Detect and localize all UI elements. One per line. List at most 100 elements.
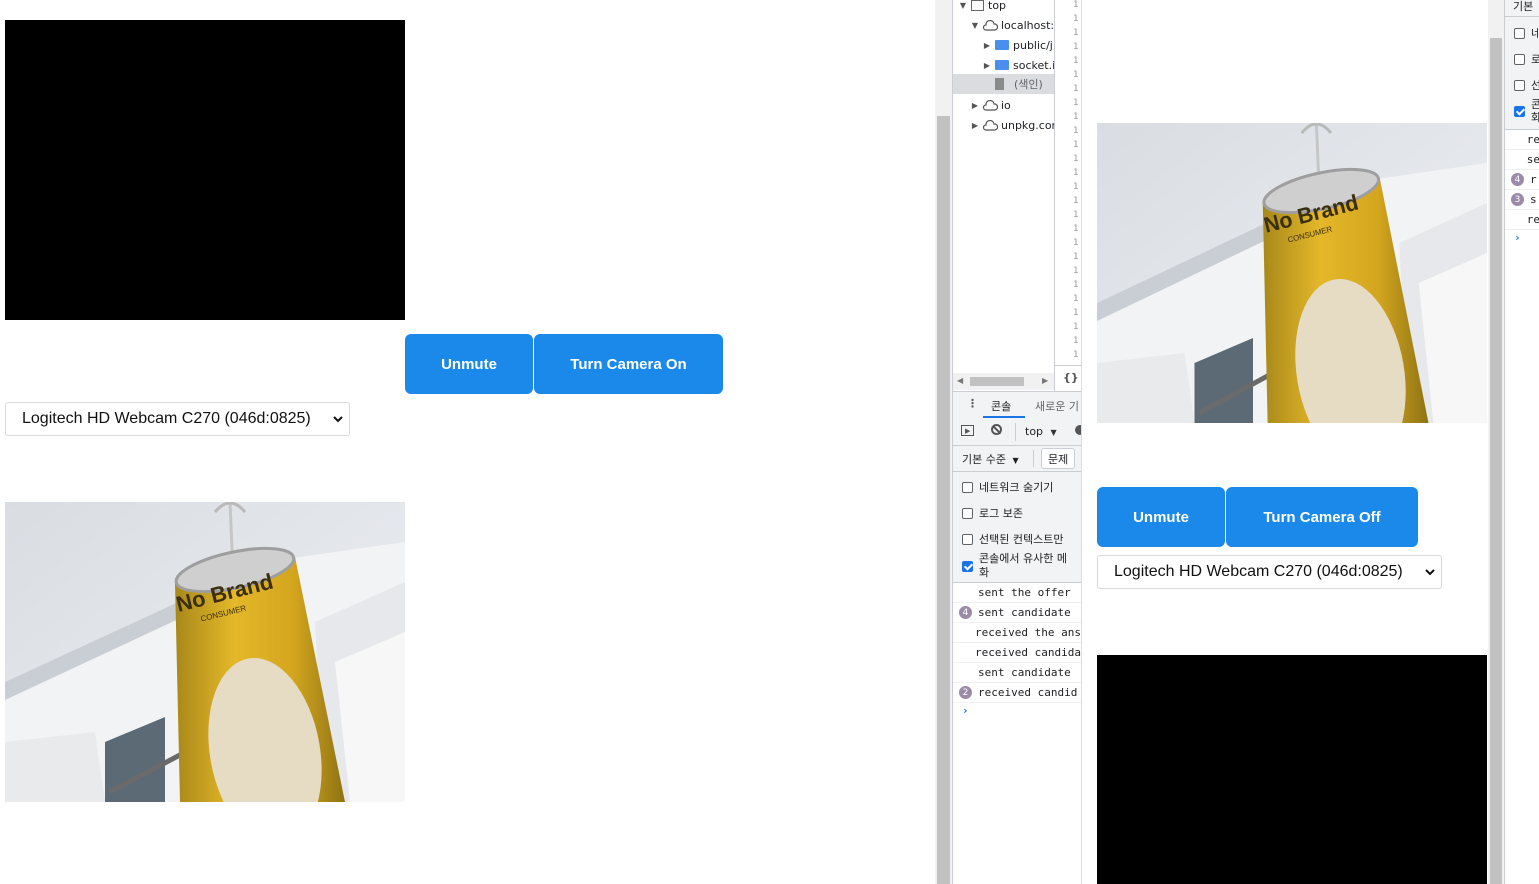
collapse-arrow-icon: ▶ bbox=[983, 60, 991, 70]
cloud-icon bbox=[982, 99, 998, 111]
tree-item-index-selected[interactable]: (색인) bbox=[953, 74, 1054, 94]
log-row[interactable]: sent the offer bbox=[953, 583, 1081, 603]
checkbox-checked[interactable] bbox=[962, 560, 973, 572]
line-number: 1 bbox=[1073, 28, 1079, 38]
log-levels-dropdown[interactable]: 기본 수준 ▼ bbox=[962, 451, 1019, 467]
tree-label: socket.i bbox=[1013, 58, 1054, 72]
log-row[interactable]: sent candidate bbox=[953, 663, 1081, 683]
turn-camera-off-button[interactable]: Turn Camera Off bbox=[1226, 487, 1418, 547]
tree-item-localhost[interactable]: ▼ localhost: bbox=[969, 15, 1054, 35]
camera-select-value: Logitech HD Webcam C270 (046d:0825) bbox=[22, 410, 311, 427]
checkbox-checked[interactable] bbox=[1514, 105, 1525, 117]
navigator-hscrollbar[interactable]: ◀ ▶ bbox=[953, 373, 1054, 390]
tree-item-socket[interactable]: ▶ socket.i bbox=[981, 55, 1054, 75]
console-levels-row: 기본 수준 ▼ 문제 bbox=[953, 446, 1081, 472]
window-scrollbar-thumb[interactable] bbox=[1490, 38, 1502, 884]
levels-label: 기본 수준 bbox=[962, 453, 1006, 466]
folder-icon bbox=[995, 60, 1009, 70]
console-prompt[interactable]: › bbox=[1514, 231, 1521, 244]
checkbox[interactable] bbox=[962, 507, 973, 519]
checkbox[interactable] bbox=[1514, 79, 1525, 91]
context-label: top bbox=[1025, 425, 1044, 438]
tree-label: unpkg.cor bbox=[1001, 118, 1054, 132]
log-row[interactable]: 2 received candid bbox=[953, 683, 1081, 703]
log-row[interactable]: 4 sent candidate bbox=[953, 603, 1081, 623]
turn-camera-on-button[interactable]: Turn Camera On bbox=[534, 334, 723, 394]
tree-label: io bbox=[1001, 98, 1011, 112]
checkbox[interactable] bbox=[1514, 27, 1525, 39]
line-number: 1 bbox=[1073, 350, 1079, 360]
log-row[interactable]: re bbox=[1505, 130, 1539, 150]
checkbox[interactable] bbox=[962, 481, 973, 493]
navigator-hscroll-thumb[interactable] bbox=[970, 377, 1024, 386]
line-number: 1 bbox=[1073, 336, 1079, 346]
camera-select-value: Logitech HD Webcam C270 (046d:0825) bbox=[1114, 563, 1403, 580]
setting-label: 콘 bbox=[1531, 98, 1539, 111]
dropdown-arrow-icon: ▼ bbox=[1012, 456, 1019, 465]
unmute-button[interactable]: Unmute bbox=[405, 334, 533, 394]
tree-item-public[interactable]: ▶ public/j bbox=[981, 35, 1053, 55]
setting-row[interactable]: 선 bbox=[1514, 77, 1539, 93]
tree-label: (색인) bbox=[1014, 78, 1043, 91]
line-number: 1 bbox=[1073, 196, 1079, 206]
chevron-down-icon bbox=[333, 416, 343, 423]
clear-console-icon[interactable] bbox=[991, 424, 1002, 435]
tree-label: public/j bbox=[1013, 38, 1053, 52]
setting-group-similar[interactable]: 콘솔에서 유사한 메 화 bbox=[962, 552, 1067, 580]
checkbox[interactable] bbox=[962, 533, 973, 545]
log-text: sent candidate bbox=[978, 606, 1071, 619]
levels-label[interactable]: 기본 bbox=[1513, 0, 1533, 14]
line-number: 1 bbox=[1073, 238, 1079, 248]
setting-row[interactable]: 로 bbox=[1514, 51, 1539, 67]
local-video: No Brand CONSUMER bbox=[5, 502, 405, 802]
scroll-left-icon[interactable]: ◀ bbox=[957, 376, 963, 385]
checkbox[interactable] bbox=[1514, 53, 1525, 65]
right-remote-video-black bbox=[1097, 655, 1487, 884]
console-prompt[interactable]: › bbox=[962, 704, 969, 717]
right-local-video: No Brand CONSUMER bbox=[1097, 123, 1487, 423]
tree-label: localhost: bbox=[1001, 18, 1054, 32]
tree-label: top bbox=[988, 0, 1007, 12]
sidebar-toggle-icon[interactable]: ▶ bbox=[961, 425, 974, 436]
log-row[interactable]: se bbox=[1505, 150, 1539, 170]
log-text: re bbox=[1526, 213, 1539, 226]
tree-item-io[interactable]: ▶ io bbox=[969, 95, 1011, 115]
log-row[interactable]: received the ans bbox=[953, 623, 1081, 643]
devtools-scrollbar-thumb[interactable] bbox=[937, 116, 950, 884]
tab-console[interactable]: 콘솔 bbox=[991, 398, 1011, 414]
log-row[interactable]: re bbox=[1505, 210, 1539, 230]
file-icon bbox=[995, 78, 1004, 90]
setting-selected-context[interactable]: 선택된 컨텍스트만 bbox=[962, 531, 1063, 547]
setting-hide-network[interactable]: 네트워크 숨기기 bbox=[962, 479, 1053, 495]
log-text: s bbox=[1530, 193, 1537, 206]
tree-item-top[interactable]: ▼ top bbox=[957, 0, 1006, 15]
log-row[interactable]: received candida bbox=[953, 643, 1081, 663]
devtools-panel-right: 기본 네 로 선 콘 화 re se bbox=[1504, 0, 1539, 884]
log-text: received candida bbox=[975, 646, 1081, 659]
setting-row[interactable]: 콘 화 bbox=[1514, 98, 1539, 124]
issues-button[interactable]: 문제 bbox=[1041, 448, 1076, 469]
setting-preserve-log[interactable]: 로그 보존 bbox=[962, 505, 1023, 521]
chevron-down-icon bbox=[1425, 569, 1435, 576]
camera-select[interactable]: Logitech HD Webcam C270 (046d:0825) bbox=[1097, 555, 1442, 589]
setting-row[interactable]: 네 bbox=[1514, 25, 1539, 41]
setting-label: 로 bbox=[1531, 51, 1539, 67]
repeat-count-badge: 3 bbox=[1511, 193, 1524, 206]
line-number: 1 bbox=[1073, 224, 1079, 234]
pretty-print-button[interactable]: {} bbox=[1063, 371, 1079, 384]
levels-row: 기본 bbox=[1505, 0, 1539, 17]
drawer-menu-icon[interactable]: ⋮ bbox=[967, 397, 978, 410]
log-row[interactable]: 3 s bbox=[1505, 190, 1539, 210]
tab-whats-new[interactable]: 새로운 기 bbox=[1035, 398, 1079, 414]
scroll-right-icon[interactable]: ▶ bbox=[1042, 376, 1048, 385]
tree-item-unpkg[interactable]: ▶ unpkg.cor bbox=[969, 115, 1054, 135]
context-selector[interactable]: top ▼ bbox=[1025, 425, 1057, 438]
camera-select[interactable]: Logitech HD Webcam C270 (046d:0825) bbox=[5, 402, 350, 436]
issues-label: 문제 bbox=[1048, 452, 1069, 466]
log-row[interactable]: 4 r bbox=[1505, 170, 1539, 190]
line-number: 1 bbox=[1073, 84, 1079, 94]
unmute-button[interactable]: Unmute bbox=[1097, 487, 1225, 547]
folder-icon bbox=[995, 40, 1009, 50]
setting-label: 네트워크 숨기기 bbox=[979, 481, 1054, 494]
collapse-arrow-icon: ▶ bbox=[971, 100, 979, 110]
